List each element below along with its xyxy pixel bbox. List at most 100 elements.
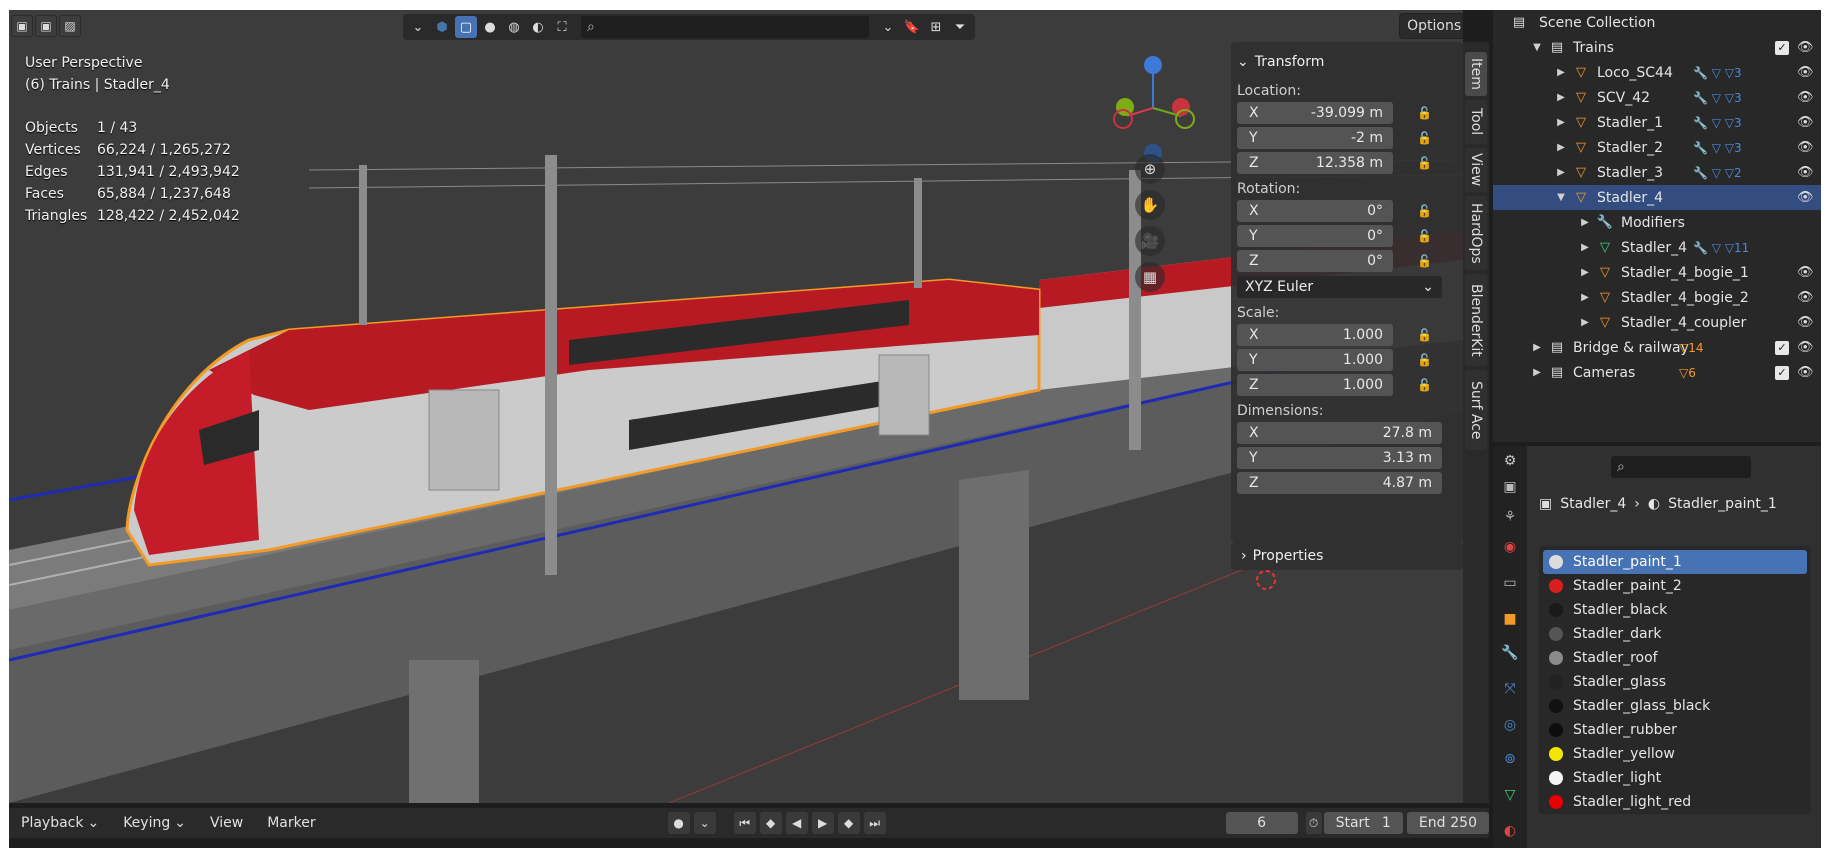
visibility-eye-icon[interactable]: 👁 <box>1797 365 1814 380</box>
material-slot[interactable]: Stadler_roof <box>1543 646 1807 670</box>
child-count-badge[interactable]: 🔧 ▽ ▽11 <box>1693 241 1749 255</box>
solid-shading-icon[interactable]: ● <box>479 16 501 38</box>
data-tab-icon[interactable]: ▽ <box>1499 784 1521 806</box>
world-tab-icon[interactable]: ◉ <box>1499 536 1521 558</box>
render-tab-icon[interactable]: ▣ <box>1499 476 1521 498</box>
jump-start-icon[interactable]: ⏮ <box>733 812 756 834</box>
outliner-root[interactable]: ▤ Scene Collection <box>1493 10 1821 35</box>
tab-item[interactable]: Item <box>1465 52 1487 96</box>
end-frame-field[interactable]: End 250 <box>1406 812 1489 834</box>
tab-view[interactable]: View <box>1465 148 1487 192</box>
lock-icon[interactable]: 🔓 <box>1417 328 1433 342</box>
material-slot[interactable]: Stadler_paint_1 <box>1543 550 1807 574</box>
scale-y-field[interactable]: Y 1.000 🔓 <box>1237 349 1457 371</box>
expand-right-icon[interactable]: ▶ <box>1555 167 1567 178</box>
editor-type-icon[interactable]: ⚙ <box>1499 450 1521 472</box>
location-z-field[interactable]: Z 12.358 m 🔓 <box>1237 152 1457 174</box>
chevron-down-icon[interactable]: ⌄ <box>693 812 716 834</box>
output-tab-icon[interactable]: ⚘ <box>1499 506 1521 528</box>
bookmark-icon[interactable]: 🔖 <box>901 16 923 38</box>
viewport-search-input[interactable]: ⌕ <box>581 16 869 38</box>
outliner-row[interactable]: ▶ ▽ Stadler_4 🔧 ▽ ▽11 <box>1493 235 1821 260</box>
visibility-eye-icon[interactable]: 👁 <box>1797 90 1814 105</box>
visibility-eye-icon[interactable]: 👁 <box>1797 315 1814 330</box>
visibility-eye-icon[interactable]: 👁 <box>1797 290 1814 305</box>
grid-perspective-icon[interactable]: ▦ <box>1135 262 1165 292</box>
visibility-eye-icon[interactable]: 👁 <box>1797 190 1814 205</box>
particles-tab-icon[interactable]: ⤧ <box>1499 678 1521 700</box>
select-new-icon[interactable]: ▣ <box>11 15 33 37</box>
start-frame-field[interactable]: Start 1 <box>1323 812 1403 834</box>
dropdown-icon[interactable]: ⌄ <box>877 16 899 38</box>
outliner-row[interactable]: ▶ ▽ SCV_42 🔧 ▽ ▽3 👁 <box>1493 85 1821 110</box>
dimension-y-field[interactable]: Y 3.13 m <box>1237 447 1457 469</box>
playback-menu[interactable]: Playback ⌄ <box>9 815 111 831</box>
chevron-down-icon[interactable]: ⌄ <box>407 16 429 38</box>
visibility-eye-icon[interactable]: 👁 <box>1797 340 1814 355</box>
outliner-row[interactable]: ▶ ▽ Stadler_1 🔧 ▽ ▽3 👁 <box>1493 110 1821 135</box>
material-slot[interactable]: Stadler_glass_black <box>1543 694 1807 718</box>
material-shading-icon[interactable]: ◍ <box>503 16 525 38</box>
expand-down-icon[interactable]: ▼ <box>1555 192 1567 203</box>
lock-icon[interactable]: 🔓 <box>1417 106 1433 120</box>
play-icon[interactable]: ▶ <box>811 812 834 834</box>
lock-icon[interactable]: 🔓 <box>1417 204 1433 218</box>
material-slot[interactable]: Stadler_glass <box>1543 670 1807 694</box>
expand-right-icon[interactable]: ▶ <box>1555 92 1567 103</box>
object-tab-icon[interactable]: ■ <box>1499 608 1521 630</box>
material-slot[interactable]: Stadler_yellow <box>1543 742 1807 766</box>
child-count-badge[interactable]: ▽14 <box>1679 341 1704 355</box>
layout-icon[interactable]: ⊞ <box>925 16 947 38</box>
material-slot[interactable]: Stadler_dark <box>1543 622 1807 646</box>
marker-menu[interactable]: Marker <box>255 815 327 831</box>
dimension-z-field[interactable]: Z 4.87 m <box>1237 472 1457 494</box>
select-subtract-icon[interactable]: ▨ <box>59 15 81 37</box>
child-count-badge[interactable]: 🔧 ▽ ▽3 <box>1693 91 1742 105</box>
exclude-checkbox[interactable]: ✓ <box>1775 340 1789 355</box>
3d-cursor[interactable] <box>1256 570 1276 590</box>
3d-viewport[interactable]: ▣ ▣ ▨ ⌄ ⬢ ▢ ● ◍ ◐ ⛶ ⌕ ⌄ 🔖 ⊞ ⏷ Options Us… <box>9 10 1463 803</box>
camera-icon[interactable]: 🎥 <box>1135 226 1165 256</box>
properties-search-input[interactable]: ⌕ <box>1611 456 1751 478</box>
object-types-icon[interactable]: ⬢ <box>431 16 453 38</box>
zoom-icon[interactable]: ⊕ <box>1135 154 1165 184</box>
filter-icon[interactable]: ⏷ <box>949 16 971 38</box>
scale-x-field[interactable]: X 1.000 🔓 <box>1237 324 1457 346</box>
expand-right-icon[interactable]: ▶ <box>1579 217 1591 228</box>
physics-tab-icon[interactable]: ◎ <box>1499 714 1521 736</box>
select-extend-icon[interactable]: ▣ <box>35 15 57 37</box>
record-icon[interactable]: ● <box>667 812 690 834</box>
outliner-row[interactable]: ▶ ▽ Stadler_4_coupler 👁 <box>1493 310 1821 335</box>
rotation-z-field[interactable]: Z 0° 🔓 <box>1237 250 1457 272</box>
view-menu[interactable]: View <box>198 815 255 831</box>
outliner-row[interactable]: ▶ ▽ Stadler_3 🔧 ▽ ▽2 👁 <box>1493 160 1821 185</box>
material-slot[interactable]: Stadler_black <box>1543 598 1807 622</box>
jump-end-icon[interactable]: ⏭ <box>863 812 886 834</box>
expand-right-icon[interactable]: ▶ <box>1579 242 1591 253</box>
lock-icon[interactable]: 🔓 <box>1417 131 1433 145</box>
child-count-badge[interactable]: 🔧 ▽ ▽2 <box>1693 166 1742 180</box>
expand-right-icon[interactable]: ▶ <box>1579 317 1591 328</box>
child-count-badge[interactable]: ▽6 <box>1679 366 1696 380</box>
collection-tab-icon[interactable]: ▭ <box>1499 572 1521 594</box>
tab-tool[interactable]: Tool <box>1465 100 1487 144</box>
lock-icon[interactable]: 🔓 <box>1417 229 1433 243</box>
expand-right-icon[interactable]: ▶ <box>1531 342 1543 353</box>
visibility-eye-icon[interactable]: 👁 <box>1797 140 1814 155</box>
overlays-icon[interactable]: ⛶ <box>551 16 573 38</box>
constraints-tab-icon[interactable]: ⊚ <box>1499 748 1521 770</box>
tab-hardops[interactable]: HardOps <box>1465 196 1487 270</box>
visibility-eye-icon[interactable]: 👁 <box>1797 165 1814 180</box>
material-slot[interactable]: Stadler_light_red <box>1543 790 1807 814</box>
lock-icon[interactable]: 🔓 <box>1417 353 1433 367</box>
material-slot[interactable]: Stadler_rubber <box>1543 718 1807 742</box>
modifier-tab-icon[interactable]: 🔧 <box>1499 642 1521 664</box>
visibility-eye-icon[interactable]: 👁 <box>1797 65 1814 80</box>
outliner-row[interactable]: ▶ ▤ Bridge & railway ▽14 ✓ 👁 <box>1493 335 1821 360</box>
properties-panel-header[interactable]: › Properties <box>1231 542 1463 570</box>
expand-right-icon[interactable]: ▶ <box>1555 67 1567 78</box>
prev-keyframe-icon[interactable]: ◆ <box>759 812 782 834</box>
transform-header[interactable]: ⌄ Transform <box>1237 48 1457 76</box>
outliner-row[interactable]: ▼ ▤ Trains ✓ 👁 <box>1493 35 1821 60</box>
pan-hand-icon[interactable]: ✋ <box>1135 190 1165 220</box>
